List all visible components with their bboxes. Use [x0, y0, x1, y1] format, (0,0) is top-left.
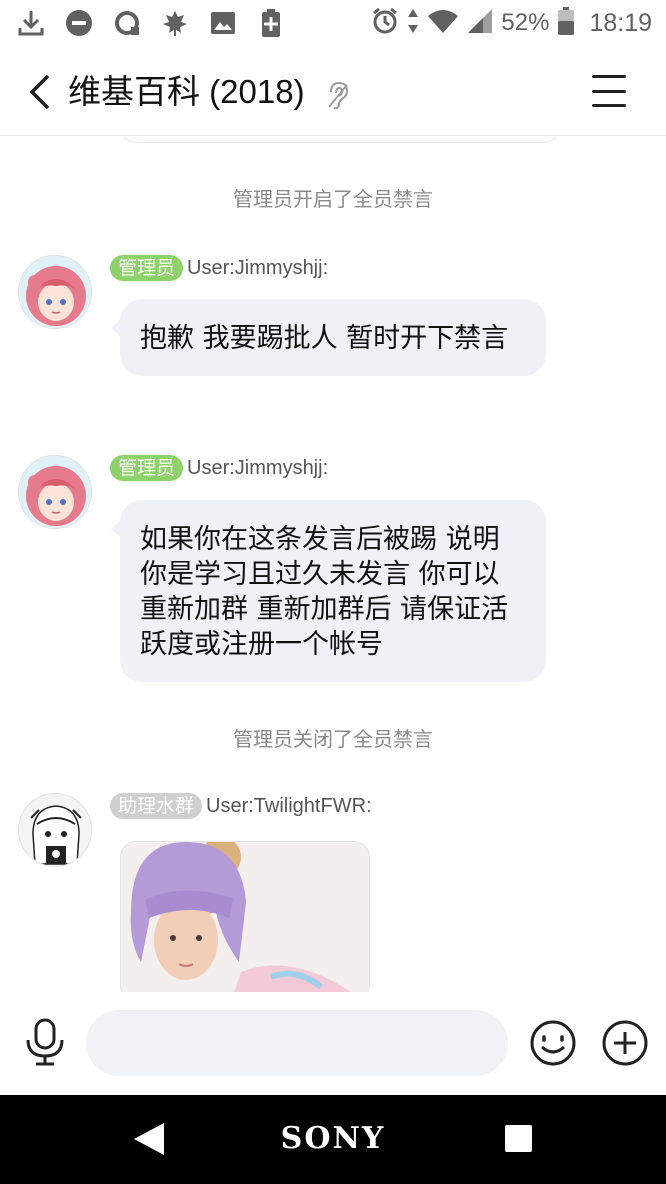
leaf-icon [158, 6, 192, 40]
sender-name: User:Jimmyshjj: [187, 456, 329, 479]
admin-badge: 管理员 [110, 255, 184, 281]
message-list[interactable]: 管理员开启了全员禁言 管理员 User:Jimmyshjj: 抱歉 我要踢批人 … [0, 137, 666, 992]
avatar[interactable] [18, 793, 92, 867]
data-arrows-icon [407, 8, 419, 38]
status-bar: 52% 18:19 [0, 0, 666, 48]
emoji-icon [530, 1020, 576, 1066]
voice-button[interactable] [22, 1018, 68, 1066]
chevron-left-icon [29, 74, 50, 110]
admin-badge: 管理员 [110, 455, 184, 481]
system-message: 管理员关闭了全员禁言 [233, 727, 433, 751]
sender-name: User:Jimmyshjj: [187, 256, 329, 279]
nav-recents-button[interactable] [505, 1125, 532, 1152]
hamburger-menu-icon [592, 75, 626, 78]
wifi-icon [427, 8, 459, 38]
nav-back-button[interactable] [132, 1121, 166, 1157]
menu-button[interactable] [588, 70, 630, 112]
battery-icon [557, 6, 575, 40]
battery-saver-icon [254, 6, 288, 40]
message-bubble[interactable]: 如果你在这条发言后被踢 说明你是学习且过久未发言 你可以重新加群 重新加群后 请… [111, 500, 546, 682]
avatar[interactable] [18, 255, 92, 329]
sender-name: User:TwilightFWR: [206, 794, 372, 817]
signal-icon [467, 8, 493, 38]
do-not-disturb-icon [62, 6, 96, 40]
status-bar-notifications [14, 6, 288, 40]
navigation-bar: SONY [0, 1095, 666, 1184]
assistant-badge: 助理水群 [110, 793, 203, 819]
nav-back-icon [134, 1123, 164, 1155]
download-icon [14, 6, 48, 40]
input-bar [0, 992, 666, 1095]
system-message: 管理员开启了全员禁言 [233, 187, 433, 211]
alarm-icon [371, 7, 399, 39]
message-bubble[interactable]: 抱歉 我要踢批人 暂时开下禁言 [111, 299, 546, 376]
message-sender: 管理员 User:Jimmyshjj: [110, 254, 328, 282]
plus-circle-icon [602, 1020, 648, 1066]
clock: 18:19 [589, 8, 652, 37]
ear-icon[interactable] [326, 80, 354, 110]
status-bar-system: 52% 18:19 [371, 6, 652, 40]
brand-logo: SONY [280, 1121, 386, 1156]
avatar[interactable] [18, 455, 92, 529]
message-sender: 助理水群 User:TwilightFWR: [110, 792, 372, 820]
message-text: 抱歉 我要踢批人 暂时开下禁言 [140, 323, 509, 354]
image-icon [206, 6, 240, 40]
message-sender: 管理员 User:Jimmyshjj: [110, 454, 328, 482]
more-button[interactable] [602, 1020, 648, 1066]
message-input[interactable] [86, 1010, 508, 1076]
back-button[interactable] [20, 70, 60, 114]
photo [121, 842, 369, 992]
chat-title[interactable]: 维基百科 (2018) [68, 72, 305, 112]
previous-message-bubble [120, 137, 560, 143]
chat-header: 维基百科 (2018) [0, 48, 666, 136]
emoji-button[interactable] [530, 1020, 576, 1066]
image-message[interactable] [120, 841, 370, 992]
message-text: 如果你在这条发言后被踢 说明你是学习且过久未发言 你可以重新加群 重新加群后 请… [140, 524, 509, 660]
sync-icon [110, 6, 144, 40]
microphone-icon [26, 1018, 64, 1066]
battery-percent: 52% [501, 9, 550, 36]
